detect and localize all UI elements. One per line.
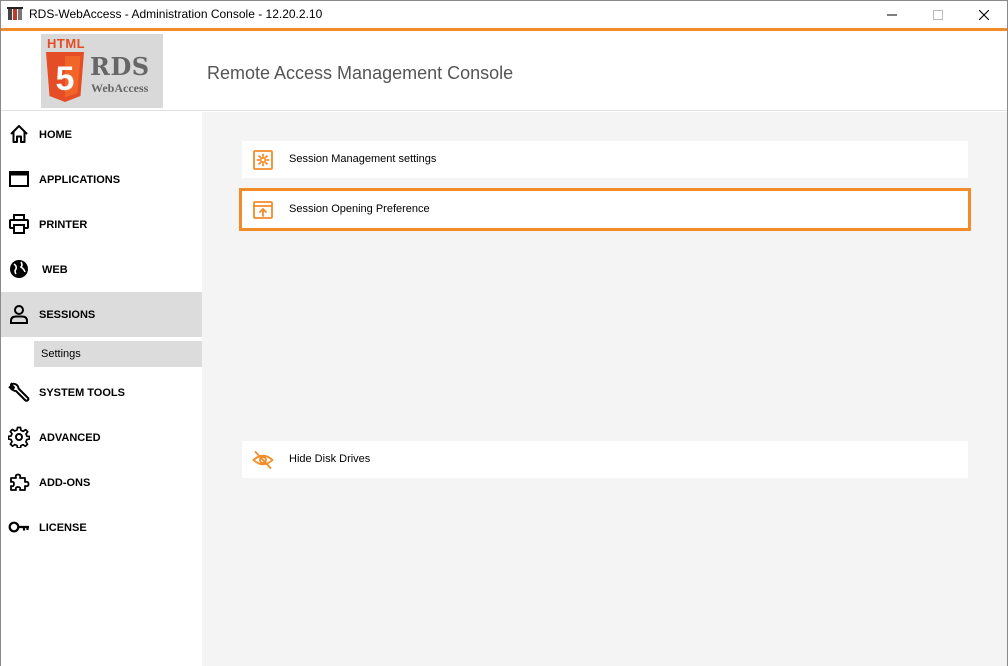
session-opening-preference-card[interactable]: Session Opening Preference — [239, 188, 971, 231]
globe-icon — [8, 258, 30, 280]
app-window: RDS-WebAccess - Administration Console -… — [0, 0, 1008, 666]
sidebar-item-add-ons[interactable]: ADD-ONS — [1, 460, 202, 505]
card-label: Session Opening Preference — [289, 203, 430, 215]
sidebar-item-label: PRINTER — [39, 218, 88, 231]
session-management-settings-card[interactable]: Session Management settings — [242, 141, 968, 178]
card-label: Session Management settings — [289, 153, 437, 165]
key-icon — [8, 516, 30, 538]
minimize-button[interactable] — [869, 1, 915, 28]
close-icon — [979, 9, 989, 20]
main-content: Session Management settings Session Open… — [202, 112, 1007, 666]
sidebar: HOME APPLICATIONS PRINTER WEB SESSIONS S… — [1, 112, 202, 666]
header: HTML 5 RDS WebAccess Remote Access Manag… — [1, 31, 1007, 111]
sidebar-item-label: SYSTEM TOOLS — [39, 386, 125, 399]
sidebar-item-printer[interactable]: PRINTER — [1, 202, 202, 247]
sidebar-item-label: APPLICATIONS — [39, 173, 121, 186]
sidebar-subitem-settings[interactable]: Settings — [34, 341, 202, 367]
sidebar-item-applications[interactable]: APPLICATIONS — [1, 157, 202, 202]
logo-rds-text: RDS — [90, 52, 150, 81]
user-icon — [8, 303, 30, 325]
sidebar-item-label: LICENSE — [39, 521, 87, 534]
sidebar-item-label: ADD-ONS — [39, 476, 91, 489]
printer-icon — [8, 213, 30, 235]
sidebar-item-system-tools[interactable]: SYSTEM TOOLS — [1, 370, 202, 415]
puzzle-icon — [8, 471, 30, 493]
sidebar-item-label: HOME — [39, 128, 72, 141]
sidebar-item-label: ADVANCED — [39, 431, 101, 444]
window-title: RDS-WebAccess - Administration Console -… — [29, 7, 323, 21]
hide-disk-drives-card[interactable]: Hide Disk Drives — [242, 441, 968, 478]
sidebar-subitem-label: Settings — [41, 348, 81, 360]
sidebar-item-sessions[interactable]: SESSIONS — [1, 292, 202, 337]
minimize-icon — [887, 14, 897, 15]
sidebar-item-license[interactable]: LICENSE — [1, 505, 202, 550]
html5-shield-icon: 5 — [46, 52, 84, 102]
sidebar-item-label: SESSIONS — [39, 308, 96, 321]
maximize-icon — [933, 9, 943, 20]
logo-webaccess-text: WebAccess — [91, 81, 149, 95]
console-title: Remote Access Management Console — [207, 63, 514, 83]
wrench-icon — [8, 381, 30, 403]
settings-gear-icon — [253, 150, 273, 170]
sidebar-item-home[interactable]: HOME — [1, 112, 202, 157]
sidebar-item-label: WEB — [42, 263, 68, 276]
shield-glyph: 5 — [56, 60, 75, 98]
title-bar[interactable]: RDS-WebAccess - Administration Console -… — [1, 1, 1007, 28]
gear-icon — [8, 426, 30, 448]
close-button[interactable] — [961, 1, 1007, 28]
app-icon — [7, 7, 23, 20]
window-icon — [8, 168, 30, 190]
eye-hidden-icon — [252, 451, 274, 469]
open-window-icon — [253, 201, 273, 219]
sidebar-item-advanced[interactable]: ADVANCED — [1, 415, 202, 460]
home-icon — [8, 123, 30, 145]
sidebar-item-web[interactable]: WEB — [1, 247, 202, 292]
card-label: Hide Disk Drives — [289, 453, 371, 465]
rds-webaccess-logo: HTML 5 RDS WebAccess — [41, 34, 163, 108]
logo-html-text: HTML — [47, 36, 86, 51]
maximize-button[interactable] — [915, 1, 961, 28]
